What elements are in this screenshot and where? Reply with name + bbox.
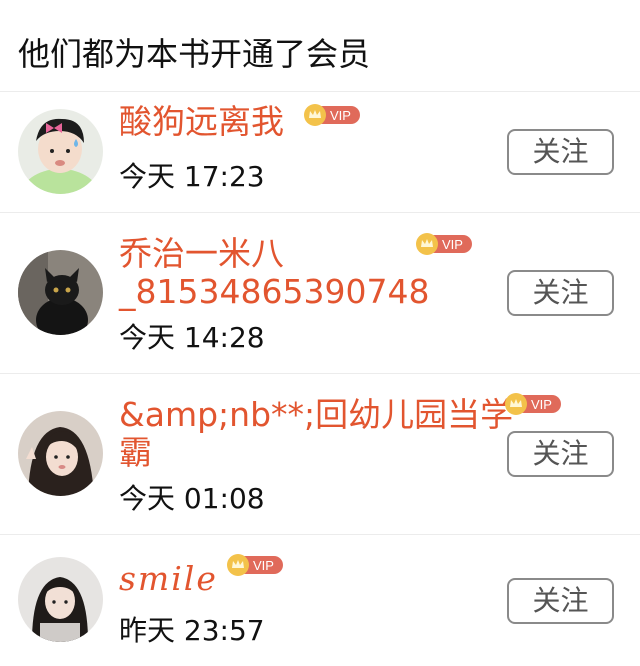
member-row[interactable]: smile VIP 昨天 23:57 关注	[0, 535, 640, 666]
member-row[interactable]: 乔治一米八 _81534865390748 VIP 今天 14:28 关注	[0, 213, 640, 374]
member-name-continued: 霸	[119, 433, 152, 472]
page-title: 他们都为本书开通了会员	[0, 0, 640, 92]
member-name-continued: _81534865390748	[119, 272, 430, 311]
member-name[interactable]: smile	[119, 559, 218, 599]
follow-button[interactable]: 关注	[507, 431, 614, 477]
vip-label: VIP	[330, 108, 351, 123]
member-row[interactable]: &amp;nb**;回幼儿园当学 霸 VIP 今天 01:08 关注	[0, 374, 640, 535]
member-name[interactable]: 乔治一米八	[119, 234, 284, 274]
member-time: 昨天 23:57	[119, 614, 265, 647]
vip-label: VIP	[253, 558, 274, 573]
follow-button[interactable]: 关注	[507, 270, 614, 316]
vip-label: VIP	[531, 397, 552, 412]
member-name[interactable]: 酸狗远离我	[119, 102, 284, 142]
follow-button[interactable]: 关注	[507, 129, 614, 175]
avatar[interactable]	[18, 250, 103, 335]
vip-badge: VIP	[227, 554, 283, 576]
avatar[interactable]	[18, 411, 103, 496]
member-time: 今天 14:28	[119, 321, 265, 354]
member-row[interactable]: 酸狗远离我 VIP 今天 17:23 关注	[0, 92, 640, 213]
vip-badge: VIP	[416, 233, 472, 255]
vip-badge: VIP	[505, 393, 561, 415]
follow-button[interactable]: 关注	[507, 578, 614, 624]
member-time: 今天 01:08	[119, 482, 265, 515]
member-name[interactable]: &amp;nb**;回幼儿园当学	[119, 395, 513, 435]
vip-label: VIP	[442, 237, 463, 252]
vip-badge: VIP	[304, 104, 360, 126]
avatar[interactable]	[18, 557, 103, 642]
avatar[interactable]	[18, 109, 103, 194]
member-time: 今天 17:23	[119, 160, 265, 193]
